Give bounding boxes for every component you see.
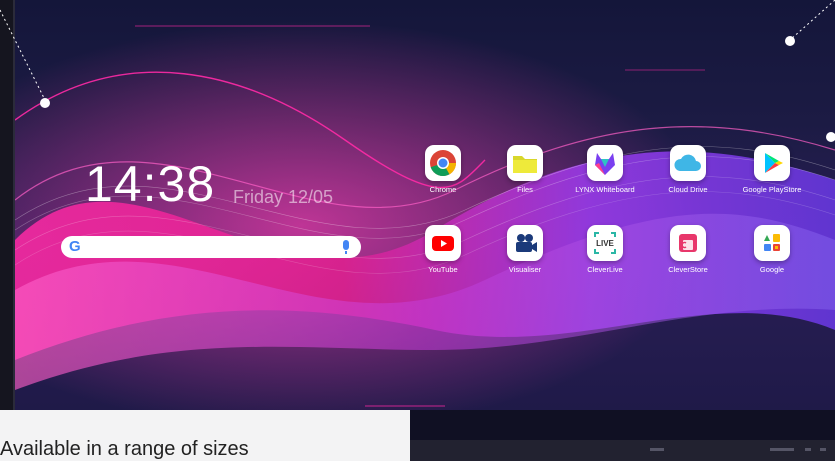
callout-dot [40, 98, 50, 108]
product-image: 14:38 Friday 12/05 G Chrome Files LYNX W… [0, 0, 835, 461]
caption-card: Available in a range of sizes [0, 410, 410, 461]
callout-dot [785, 36, 795, 46]
callout-dot [826, 132, 835, 142]
caption-text: Available in a range of sizes [0, 438, 249, 460]
display-bottom-bezel [410, 440, 835, 461]
callout-lines [0, 0, 835, 101]
